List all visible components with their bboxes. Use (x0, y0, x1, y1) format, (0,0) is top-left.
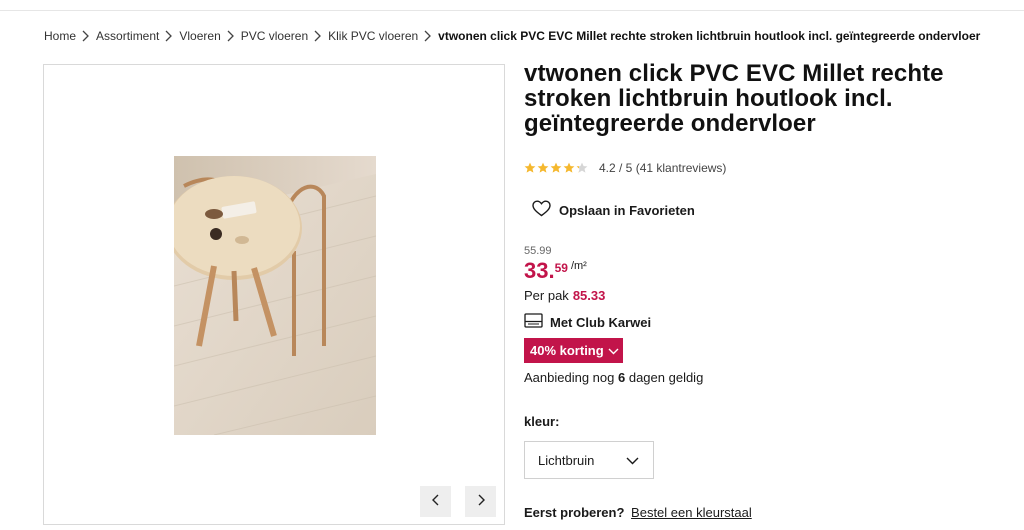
breadcrumb-home[interactable]: Home (44, 29, 76, 43)
chevron-right-icon (477, 494, 485, 509)
discount-label: 40% korting (530, 343, 604, 358)
color-label: kleur: (524, 414, 560, 429)
rating-stars (524, 162, 589, 174)
product-image[interactable] (174, 156, 376, 435)
chevron-down-icon (604, 343, 619, 358)
product-rating[interactable]: 4.2 / 5 (41 klantreviews) (524, 161, 726, 175)
star-icon (576, 162, 588, 173)
star-icon (563, 162, 575, 173)
price-integer: 33. (524, 258, 555, 283)
header-divider (0, 10, 1024, 11)
breadcrumb-assortiment[interactable]: Assortiment (96, 29, 159, 43)
offer-days: 6 (617, 370, 626, 385)
chevron-right-icon (423, 30, 433, 42)
save-favorite-button[interactable]: Opslaan in Favorieten (532, 200, 695, 220)
price-unit: /m² (570, 260, 587, 272)
discount-badge[interactable]: 40% korting (524, 338, 623, 363)
star-icon (537, 162, 549, 173)
breadcrumb: Home Assortiment Vloeren PVC vloeren Kli… (44, 29, 980, 43)
breadcrumb-current: vtwonen click PVC EVC Millet rechte stro… (438, 29, 981, 43)
per-pak-value: 85.33 (572, 288, 606, 303)
current-price: 33. 59 /m² (524, 258, 587, 284)
try-label: Eerst proberen? (524, 505, 625, 520)
star-icon (550, 162, 562, 173)
order-sample-link[interactable]: Bestel een kleurstaal (631, 505, 752, 520)
product-gallery (43, 64, 505, 525)
gallery-next-button[interactable] (465, 486, 496, 517)
gallery-prev-button[interactable] (420, 486, 451, 517)
offer-prefix: Aanbieding nog (524, 370, 615, 385)
offer-suffix: dagen geldig (628, 370, 704, 385)
heart-icon (532, 200, 559, 220)
chevron-right-icon (226, 30, 236, 42)
card-icon (524, 313, 550, 331)
chevron-down-icon (626, 453, 639, 468)
product-title: vtwonen click PVC EVC Millet rechte stro… (524, 60, 944, 137)
chevron-right-icon (313, 30, 323, 42)
per-pak-price: Per pak 85.33 (524, 288, 605, 303)
per-pak-label: Per pak (524, 288, 569, 303)
star-icon (524, 162, 536, 173)
chevron-left-icon (431, 494, 440, 509)
club-karwei: Met Club Karwei (524, 313, 651, 331)
color-select-value: Lichtbruin (538, 452, 595, 468)
rating-score: 4.2 / 5 (599, 161, 633, 175)
old-price: 55.99 (524, 245, 552, 257)
breadcrumb-pvc-vloeren[interactable]: PVC vloeren (241, 29, 308, 43)
save-favorite-label: Opslaan in Favorieten (559, 202, 695, 218)
price-decimal: 59 (554, 261, 568, 275)
breadcrumb-klik-pvc-vloeren[interactable]: Klik PVC vloeren (328, 29, 418, 43)
chevron-right-icon (164, 30, 174, 42)
color-select[interactable]: Lichtbruin (524, 441, 654, 479)
offer-validity: Aanbieding nog 6 dagen geldig (524, 370, 703, 385)
breadcrumb-vloeren[interactable]: Vloeren (179, 29, 220, 43)
chevron-right-icon (81, 30, 91, 42)
review-count: (41 klantreviews) (635, 161, 727, 175)
club-label: Met Club Karwei (550, 314, 652, 330)
try-sample: Eerst proberen? Bestel een kleurstaal (524, 505, 752, 520)
